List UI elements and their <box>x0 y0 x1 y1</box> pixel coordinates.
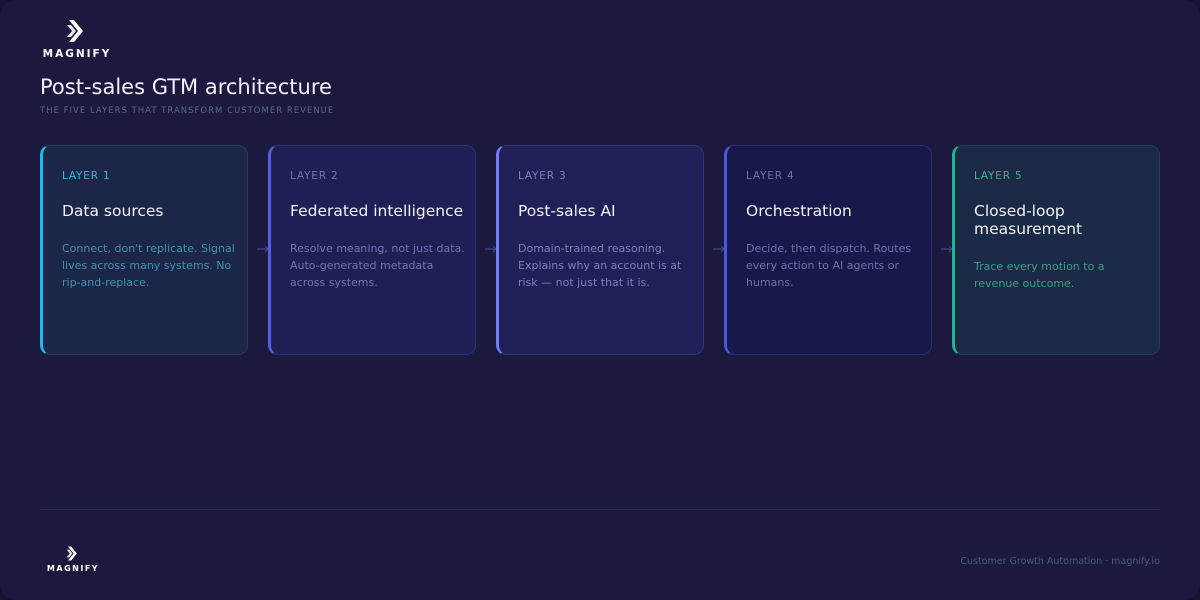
layer-description: Trace every motion to a revenue outcome. <box>974 260 1105 290</box>
layer-label: LAYER 4 <box>746 170 795 182</box>
layer-card-4: LAYER 4 Orchestration Decide, then dispa… <box>724 145 932 355</box>
page-title: Post-sales GTM architecture <box>40 75 332 99</box>
footer-divider <box>40 509 1160 510</box>
layer-title: Data sources <box>62 202 164 220</box>
layer-diagram: LAYER 1 Data sources Connect, don't repl… <box>40 145 1160 355</box>
brand-logo: MAGNIFY <box>40 18 114 60</box>
layer-description: Resolve meaning, not just data. Auto-gen… <box>290 242 465 289</box>
slide-frame: MAGNIFY Post-sales GTM architecture THE … <box>0 0 1200 600</box>
layer-card-2: LAYER 2 Federated intelligence Resolve m… <box>268 145 476 355</box>
layer-title: Federated intelligence <box>290 202 464 220</box>
footer-wordmark: MAGNIFY <box>46 564 100 573</box>
layer-description: Domain-trained reasoning. Explains why a… <box>518 242 682 289</box>
layer-card-5: LAYER 5 Closed-loop measurement Trace ev… <box>952 145 1160 355</box>
magnify-chevron-icon <box>67 20 83 42</box>
layer-label: LAYER 2 <box>290 170 339 182</box>
brand-wordmark: MAGNIFY <box>42 48 112 60</box>
layer-title: Orchestration <box>746 202 852 220</box>
layer-title: Post-sales AI <box>518 202 616 220</box>
layer-description: Connect, don't replicate. Signal lives a… <box>62 242 235 289</box>
layer-card-1: LAYER 1 Data sources Connect, don't repl… <box>40 145 248 355</box>
magnify-chevron-icon <box>66 546 77 561</box>
footer-tagline: Customer Growth Automation · magnify.io <box>960 556 1160 567</box>
page-subtitle: THE FIVE LAYERS THAT TRANSFORM CUSTOMER … <box>40 106 335 116</box>
layer-label: LAYER 5 <box>974 170 1023 182</box>
layer-description: Decide, then dispatch. Routes every acti… <box>746 242 912 289</box>
layer-label: LAYER 3 <box>518 170 567 182</box>
layer-title: Closed-loop measurement <box>974 202 1083 238</box>
footer-logo: MAGNIFY <box>46 545 100 573</box>
layer-card-3: LAYER 3 Post-sales AI Domain-trained rea… <box>496 145 704 355</box>
layer-label: LAYER 1 <box>62 170 111 182</box>
